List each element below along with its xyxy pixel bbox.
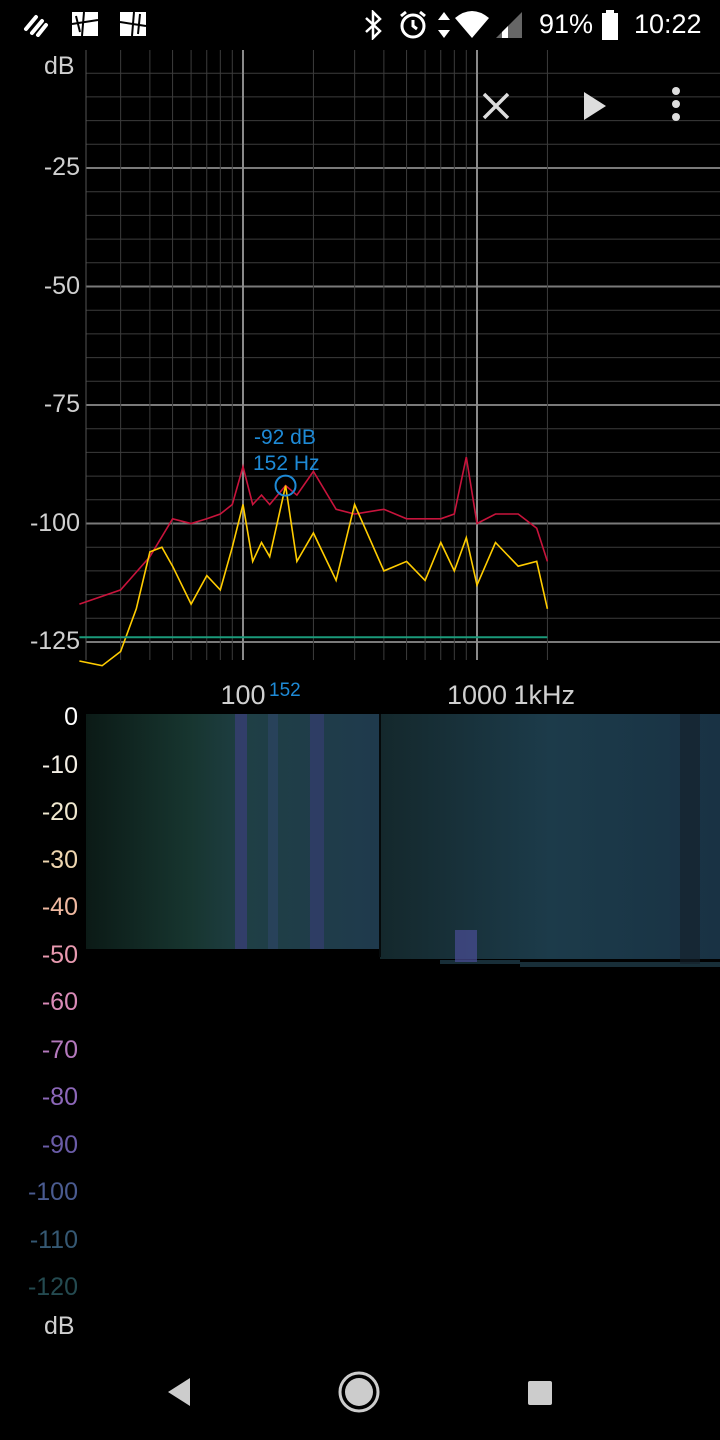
x-tick-label: 1kHz bbox=[513, 680, 575, 710]
spectrum-grid bbox=[85, 50, 720, 660]
spectrogram-scale-label: -60 bbox=[41, 988, 78, 1016]
spectrogram-scale-label: 0 bbox=[64, 703, 78, 731]
cursor-db-readout: -92 dB bbox=[254, 426, 316, 449]
close-icon[interactable] bbox=[472, 82, 520, 130]
spectrogram-scale-label: -90 bbox=[41, 1130, 78, 1159]
spectrogram-scale-label: -120 bbox=[27, 1273, 78, 1301]
spectrogram[interactable] bbox=[0, 712, 720, 982]
more-vert-icon[interactable] bbox=[652, 82, 700, 130]
spectrogram-scale-label: -40 bbox=[41, 893, 78, 921]
y-tick-label: -25 bbox=[43, 153, 80, 181]
spectrogram-unit-label: dB bbox=[44, 1312, 75, 1340]
spectrogram-scale-label: -20 bbox=[41, 798, 78, 826]
spectrogram-scale-label: -10 bbox=[41, 750, 78, 779]
spectrogram-scale-label: -80 bbox=[41, 1083, 78, 1111]
y-tick-label: -125 bbox=[29, 627, 80, 655]
y-tick-label: -100 bbox=[29, 508, 80, 537]
back-icon[interactable] bbox=[160, 1372, 200, 1412]
cursor-hz-readout: 152 Hz bbox=[253, 452, 320, 475]
spectrogram-scale-label: -50 bbox=[41, 940, 78, 969]
spectrogram-scale-label: -100 bbox=[27, 1178, 78, 1206]
y-tick-label: -75 bbox=[43, 390, 80, 418]
spectrogram-scale-label: -70 bbox=[41, 1035, 78, 1064]
spectrum-unit-label: dB bbox=[44, 52, 75, 80]
play-icon[interactable] bbox=[570, 82, 618, 130]
navigation-bar bbox=[0, 1340, 720, 1440]
spectrogram-scale-label: -110 bbox=[29, 1225, 78, 1254]
x-tick-label: 1000 bbox=[447, 680, 508, 710]
y-tick-label: -50 bbox=[43, 271, 80, 300]
spectrogram-scale-label: -30 bbox=[41, 845, 78, 874]
x-tick-label: 100 bbox=[220, 680, 266, 710]
recents-icon[interactable] bbox=[525, 1378, 555, 1408]
home-icon[interactable] bbox=[336, 1369, 382, 1415]
cursor-axis-marker: 152 bbox=[269, 680, 301, 701]
